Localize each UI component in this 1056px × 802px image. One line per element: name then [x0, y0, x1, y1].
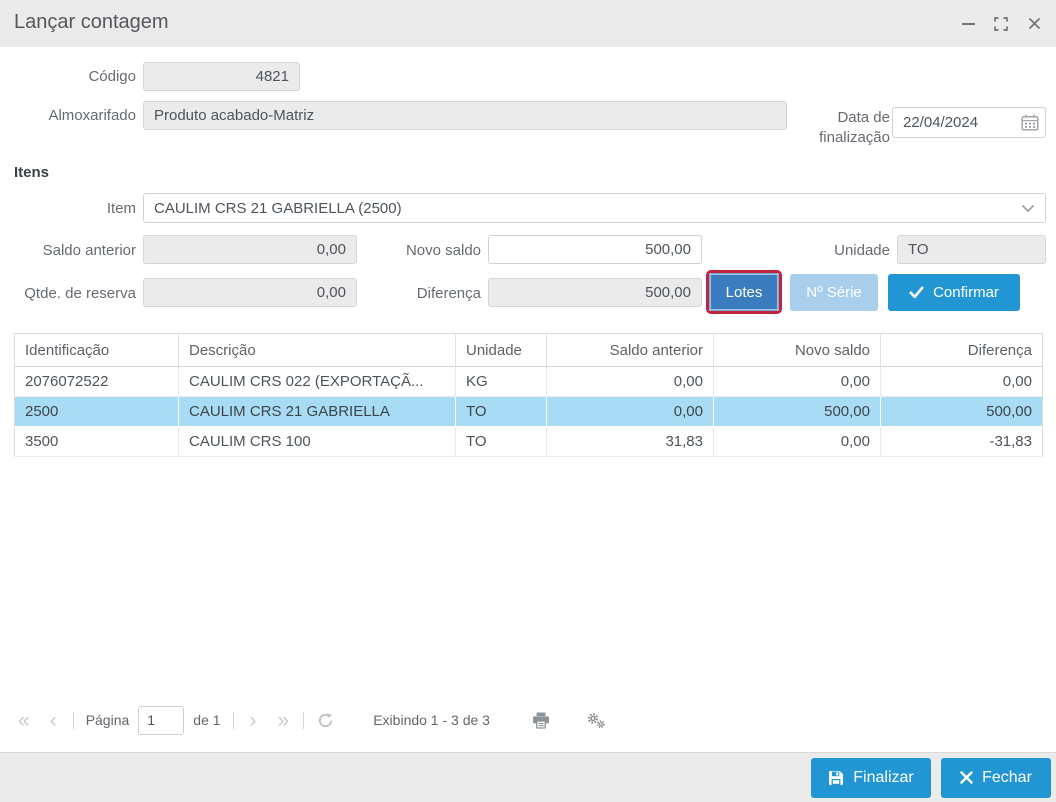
- close-x-icon: [960, 771, 973, 784]
- titlebar: Lançar contagem: [0, 0, 1056, 47]
- cell-diferenca: 0,00: [880, 366, 1043, 397]
- item-combobox[interactable]: CAULIM CRS 21 GABRIELLA (2500): [143, 193, 1046, 223]
- separator: [72, 711, 74, 729]
- cell-descricao: CAULIM CRS 100: [178, 426, 456, 457]
- next-page-icon[interactable]: ›: [246, 710, 261, 731]
- check-icon: [909, 286, 924, 299]
- col-diferenca[interactable]: Diferença: [880, 333, 1043, 367]
- unidade-field: [897, 235, 1046, 264]
- cell-novo-saldo: 500,00: [713, 396, 881, 427]
- codigo-field: [143, 62, 300, 91]
- footer-bar: Finalizar Fechar: [0, 752, 1056, 802]
- col-novo-saldo[interactable]: Novo saldo: [713, 333, 881, 367]
- dialog-lancar-contagem: Lançar contagem Código Almoxarifado Data…: [0, 0, 1056, 802]
- finalizar-button[interactable]: Finalizar: [811, 757, 931, 798]
- grid-row[interactable]: 3500 CAULIM CRS 100 TO 31,83 0,00 -31,83: [14, 426, 1043, 457]
- confirmar-button[interactable]: Confirmar: [888, 274, 1020, 311]
- itens-section-heading: Itens: [14, 164, 50, 181]
- almoxarifado-field: [143, 101, 787, 130]
- diferenca-field: [488, 278, 702, 307]
- refresh-icon[interactable]: [316, 711, 335, 730]
- cell-saldo-anterior: 0,00: [546, 366, 714, 397]
- minimize-icon[interactable]: [958, 14, 978, 34]
- save-floppy-icon: [828, 770, 844, 786]
- novo-saldo-input[interactable]: [488, 235, 702, 264]
- qtde-reserva-field: [143, 278, 357, 307]
- close-icon[interactable]: [1024, 14, 1044, 34]
- fechar-button[interactable]: Fechar: [941, 757, 1051, 798]
- cell-diferenca: -31,83: [880, 426, 1043, 457]
- cell-saldo-anterior: 31,83: [546, 426, 714, 457]
- separator: [303, 711, 305, 729]
- chevron-down-icon: [1021, 200, 1035, 217]
- saldo-anterior-field: [143, 235, 357, 264]
- first-page-icon[interactable]: «: [14, 710, 32, 731]
- cell-identificacao: 3500: [14, 426, 179, 457]
- data-finalizacao-field[interactable]: [892, 107, 1046, 138]
- maximize-icon[interactable]: [991, 14, 1011, 34]
- novo-saldo-label: Novo saldo: [405, 242, 481, 259]
- printer-icon[interactable]: [532, 712, 550, 729]
- lotes-button[interactable]: Lotes: [709, 273, 779, 311]
- item-combobox-value: CAULIM CRS 21 GABRIELLA (2500): [154, 199, 402, 217]
- prev-page-icon[interactable]: ‹: [46, 710, 61, 731]
- finalizar-button-label: Finalizar: [853, 768, 914, 786]
- grid-row[interactable]: 2076072522 CAULIM CRS 022 (EXPORTAÇÃ... …: [14, 366, 1043, 397]
- cell-diferenca: 500,00: [880, 396, 1043, 427]
- cell-unidade: TO: [455, 426, 547, 457]
- cell-unidade: KG: [455, 366, 547, 397]
- page-count-label: de 1: [193, 712, 221, 728]
- diferenca-label: Diferença: [416, 285, 481, 302]
- cell-identificacao: 2076072522: [14, 366, 179, 397]
- confirmar-button-label: Confirmar: [933, 284, 999, 301]
- cell-identificacao: 2500: [14, 396, 179, 427]
- grid-header-row: Identificação Descrição Unidade Saldo an…: [14, 333, 1043, 367]
- col-identificacao[interactable]: Identificação: [14, 333, 179, 367]
- cell-descricao: CAULIM CRS 21 GABRIELLA: [178, 396, 456, 427]
- calendar-icon[interactable]: [1015, 108, 1045, 137]
- data-finalizacao-label: Data de finalização: [819, 109, 890, 146]
- cell-unidade: TO: [455, 396, 547, 427]
- red-highlight-annotation: Lotes: [706, 270, 782, 314]
- col-unidade[interactable]: Unidade: [455, 333, 547, 367]
- codigo-label: Código: [88, 68, 136, 85]
- cell-novo-saldo: 0,00: [713, 366, 881, 397]
- dialog-title: Lançar contagem: [14, 11, 169, 33]
- fechar-button-label: Fechar: [982, 768, 1032, 786]
- page-label: Página: [85, 712, 130, 728]
- items-grid: Identificação Descrição Unidade Saldo an…: [14, 333, 1043, 457]
- qtde-reserva-label: Qtde. de reserva: [24, 285, 136, 302]
- saldo-anterior-label: Saldo anterior: [42, 242, 136, 259]
- last-page-icon[interactable]: »: [274, 710, 292, 731]
- col-descricao[interactable]: Descrição: [178, 333, 456, 367]
- item-label: Item: [106, 200, 136, 217]
- cell-saldo-anterior: 0,00: [546, 396, 714, 427]
- pagination-toolbar: « ‹ Página de 1 › » Exibindo 1 - 3 de 3: [14, 700, 1042, 740]
- grid-row-selected[interactable]: 2500 CAULIM CRS 21 GABRIELLA TO 0,00 500…: [14, 396, 1043, 427]
- cell-descricao: CAULIM CRS 022 (EXPORTAÇÃ...: [178, 366, 456, 397]
- pagination-status: Exibindo 1 - 3 de 3: [373, 712, 490, 728]
- separator: [232, 711, 234, 729]
- unidade-label: Unidade: [834, 242, 890, 259]
- cell-novo-saldo: 0,00: [713, 426, 881, 457]
- col-saldo-anterior[interactable]: Saldo anterior: [546, 333, 714, 367]
- page-input[interactable]: [138, 705, 185, 735]
- nserie-button[interactable]: Nº Série: [790, 274, 878, 311]
- settings-gears-icon[interactable]: [586, 712, 606, 729]
- window-controls: [958, 0, 1044, 47]
- almoxarifado-label: Almoxarifado: [48, 107, 136, 124]
- data-finalizacao-input[interactable]: [893, 114, 1015, 131]
